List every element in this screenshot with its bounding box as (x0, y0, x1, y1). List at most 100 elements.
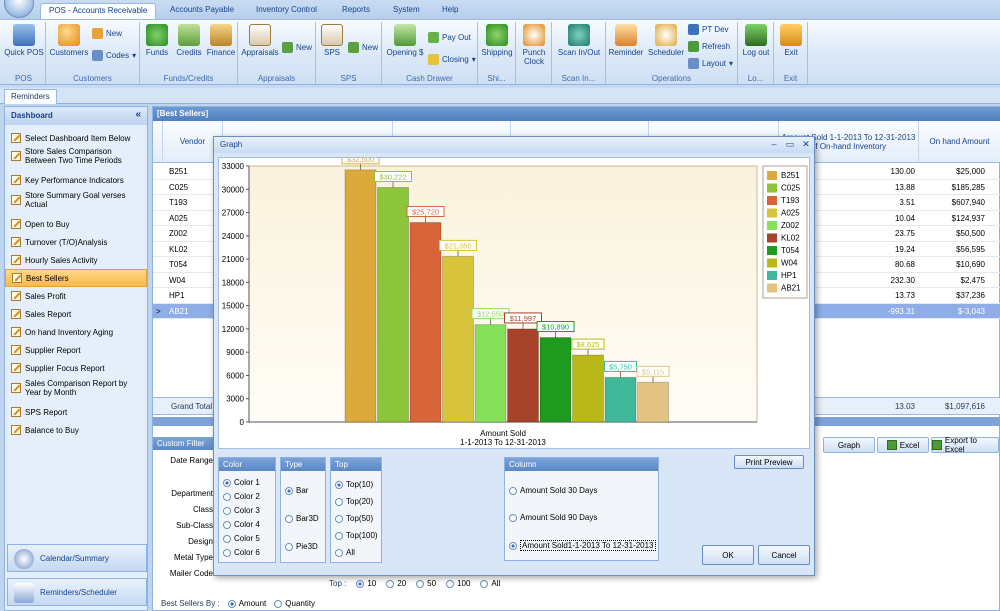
customers-button[interactable]: Customers (48, 24, 90, 57)
color-6-radio[interactable]: Color 6 (223, 548, 260, 557)
bar[interactable] (474, 324, 507, 423)
close-icon[interactable]: ✕ (800, 139, 812, 150)
bar[interactable] (409, 221, 442, 423)
top-50-option[interactable]: Top(50) (335, 514, 373, 523)
shipping-button[interactable]: Shipping (480, 24, 514, 57)
tab-pos-accounts-receivable[interactable]: POS - Accounts Receivable (40, 3, 157, 19)
sidebar-item[interactable]: Sales Profit (5, 287, 147, 305)
scan-in-out-button[interactable]: Scan In/Out (554, 24, 604, 57)
credits-button[interactable]: Credits (174, 24, 204, 57)
color-4-radio[interactable]: Color 4 (223, 520, 260, 529)
scheduler-button[interactable]: Scheduler (646, 24, 686, 57)
top-100-option[interactable]: Top(100) (335, 531, 378, 540)
by-amount-radio[interactable]: Amount (227, 599, 266, 608)
color-2-radio[interactable]: Color 2 (223, 492, 260, 501)
column-date-range-radio[interactable]: Amount Sold1-1-2013 To 12-31-2013 (509, 540, 656, 551)
bar[interactable] (604, 376, 637, 423)
new-sps-button[interactable]: New (348, 42, 378, 53)
by-quantity-radio[interactable]: Quantity (274, 599, 315, 608)
graph-button[interactable]: Graph (823, 437, 875, 453)
sidebar-item[interactable]: Sales Report (5, 305, 147, 323)
sidebar-item[interactable]: Turnover (T/O)Analysis (5, 233, 147, 251)
ok-button[interactable]: OK (702, 545, 754, 565)
punch-clock-button[interactable]: Punch Clock (518, 24, 550, 66)
row-pointer-icon: > (156, 306, 161, 316)
sidebar-item[interactable]: Supplier Report (5, 341, 147, 359)
type-bar-radio[interactable]: Bar (285, 486, 308, 495)
bar[interactable] (507, 328, 539, 423)
bar[interactable] (572, 354, 604, 423)
pay-out-button[interactable]: Pay Out (428, 32, 471, 43)
bar[interactable] (539, 337, 572, 423)
tab-system[interactable]: System (385, 3, 428, 19)
opening-cash-button[interactable]: Opening $ (384, 24, 426, 57)
dialog-title-bar[interactable]: Graph (214, 137, 814, 153)
finance-button[interactable]: Finance (206, 24, 236, 57)
top-20-radio[interactable]: 20 (386, 579, 406, 588)
sidebar-item[interactable]: Store Summary Goal verses Actual (5, 191, 147, 209)
top-50-radio[interactable]: 50 (416, 579, 436, 588)
col-on-hand[interactable]: On hand Amount (919, 121, 1000, 163)
top-all-radio[interactable]: All (480, 579, 500, 588)
color-3-radio[interactable]: Color 3 (223, 506, 260, 515)
quick-pos-button[interactable]: Quick POS (4, 24, 44, 57)
sidebar-item[interactable]: Supplier Focus Report (5, 359, 147, 377)
column-30-days-radio[interactable]: Amount Sold 30 Days (509, 486, 597, 495)
bar[interactable] (637, 381, 669, 423)
layout-button[interactable]: Layout ▾ (688, 58, 733, 69)
appraisals-icon (249, 24, 271, 46)
top-all-option[interactable]: All (335, 548, 355, 557)
codes-button[interactable]: Codes ▾ (92, 50, 136, 61)
column-90-days-radio[interactable]: Amount Sold 90 Days (509, 513, 597, 522)
maximize-icon[interactable]: ▭ (784, 139, 796, 150)
reminders-scheduler-button[interactable]: Reminders/Scheduler (7, 578, 147, 606)
print-preview-button[interactable]: Print Preview (734, 455, 804, 469)
pt-dev-button[interactable]: PT Dev (688, 24, 729, 35)
minimize-icon[interactable]: – (768, 139, 780, 150)
appraisals-button[interactable]: Appraisals (240, 24, 280, 57)
top-100-radio[interactable]: 100 (446, 579, 470, 588)
refresh-button[interactable]: Refresh (688, 41, 730, 52)
type-pie3d-radio[interactable]: Pie3D (285, 542, 318, 551)
sps-button[interactable]: SPS (318, 24, 346, 57)
top-20-option[interactable]: Top(20) (335, 497, 373, 506)
excel-button[interactable]: Excel (877, 437, 929, 453)
sidebar-item[interactable]: Sales Comparison Report by Year by Month (5, 379, 147, 397)
color-1-radio[interactable]: Color 1 (223, 478, 260, 487)
tab-reminders[interactable]: Reminders (4, 89, 57, 104)
funds-button[interactable]: Funds (142, 24, 172, 57)
top-10-radio[interactable]: 10 (356, 579, 376, 588)
app-menu-orb[interactable] (4, 0, 34, 18)
type-bar3d-radio[interactable]: Bar3D (285, 514, 319, 523)
tab-reports[interactable]: Reports (334, 3, 378, 19)
sidebar-item[interactable]: Balance to Buy (5, 421, 147, 439)
bar[interactable] (344, 169, 377, 423)
sidebar-item[interactable]: Best Sellers (5, 269, 147, 287)
tab-inventory-control[interactable]: Inventory Control (248, 3, 325, 19)
collapse-icon[interactable]: « (135, 109, 141, 120)
new-customer-button[interactable]: New (92, 28, 122, 39)
export-to-excel-button[interactable]: Export to Excel (931, 436, 999, 454)
bar[interactable] (442, 255, 474, 423)
tab-help[interactable]: Help (434, 3, 466, 19)
sidebar-item[interactable]: Hourly Sales Activity (5, 251, 147, 269)
tab-accounts-payable[interactable]: Accounts Payable (162, 3, 242, 19)
sidebar-item[interactable]: SPS Report (5, 403, 147, 421)
new-appraisal-button[interactable]: New (282, 42, 312, 53)
log-out-button[interactable]: Log out (740, 24, 772, 57)
sidebar-item[interactable]: Key Performance Indicators (5, 171, 147, 189)
closing-button[interactable]: Closing ▾ (428, 54, 476, 65)
top-10-option[interactable]: Top(10) (335, 480, 373, 489)
color-5-radio[interactable]: Color 5 (223, 534, 260, 543)
grand-total-label: Grand Total (171, 402, 213, 411)
reminder-button[interactable]: Reminder (608, 24, 644, 57)
calendar-summary-button[interactable]: Calendar/Summary (7, 544, 147, 572)
sidebar-item-label: Sales Report (25, 309, 72, 319)
sidebar-item[interactable]: On hand Inventory Aging (5, 323, 147, 341)
cancel-button[interactable]: Cancel (758, 545, 810, 565)
sidebar-item[interactable]: Select Dashboard Item Below (5, 129, 147, 147)
sidebar-item[interactable]: Open to Buy (5, 215, 147, 233)
bar[interactable] (377, 187, 409, 423)
sidebar-item[interactable]: Store Sales Comparison Between Two Time … (5, 147, 147, 165)
exit-button[interactable]: Exit (776, 24, 806, 57)
